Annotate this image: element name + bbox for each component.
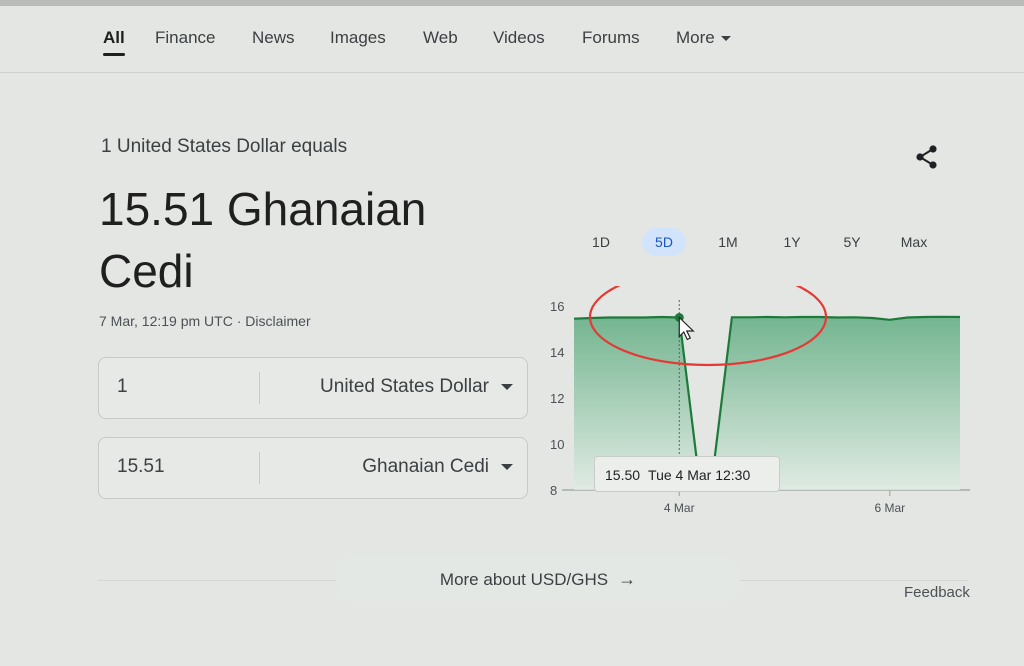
row-divider: [259, 452, 260, 484]
chart-tooltip: 15.50 Tue 4 Mar 12:30: [594, 456, 780, 492]
to-amount-input[interactable]: [117, 456, 247, 478]
to-currency-select[interactable]: Ghanaian Cedi: [362, 456, 513, 478]
search-tabs: All Finance News Images Web Videos Forum…: [0, 20, 1024, 60]
tooltip-label: Tue 4 Mar 12:30: [648, 467, 751, 483]
tab-web[interactable]: Web: [423, 28, 458, 48]
range-tab-1d[interactable]: 1D: [580, 228, 622, 256]
tab-news[interactable]: News: [252, 28, 295, 48]
share-icon[interactable]: [912, 142, 942, 172]
row-divider: [259, 372, 260, 404]
y-tick-label: 14: [550, 345, 564, 360]
chevron-down-icon: [501, 383, 513, 390]
tab-images[interactable]: Images: [330, 28, 386, 48]
y-tick-label: 16: [550, 299, 564, 314]
tab-finance[interactable]: Finance: [155, 28, 215, 48]
to-currency-row: Ghanaian Cedi: [98, 437, 528, 499]
tab-more-label: More: [676, 28, 715, 47]
to-currency-label: Ghanaian Cedi: [362, 456, 489, 477]
y-tick-label: 8: [550, 483, 557, 498]
rate-metadata: 7 Mar, 12:19 pm UTC · Disclaimer: [99, 313, 311, 329]
chevron-down-icon: [720, 36, 731, 42]
y-tick-label: 12: [550, 391, 564, 406]
rate-timestamp: 7 Mar, 12:19 pm UTC: [99, 313, 233, 329]
arrow-right-icon: →: [618, 569, 637, 589]
conversion-result: 15.51 Ghanaian Cedi: [99, 183, 427, 297]
more-about-label: More about USD/GHS: [439, 570, 609, 589]
meta-separator: ·: [236, 313, 242, 329]
window-top-edge: [0, 0, 1024, 6]
x-tick-label: 4 Mar: [664, 501, 695, 515]
from-amount-input[interactable]: [117, 376, 247, 398]
tab-all[interactable]: All: [103, 28, 125, 48]
tab-more[interactable]: More: [676, 28, 731, 48]
from-currency-row: United States Dollar: [98, 357, 528, 419]
y-tick-label: 10: [550, 437, 564, 452]
from-currency-label: United States Dollar: [320, 376, 489, 397]
more-about-link[interactable]: More about USD/GHS →: [336, 556, 740, 602]
chevron-down-icon: [501, 463, 513, 470]
tab-forums[interactable]: Forums: [582, 28, 640, 48]
disclaimer-link[interactable]: Disclaimer: [245, 313, 310, 329]
feedback-link[interactable]: Feedback: [904, 584, 970, 601]
range-tab-1m[interactable]: 1M: [706, 228, 750, 256]
from-currency-select[interactable]: United States Dollar: [320, 376, 513, 398]
tooltip-value: 15.50: [605, 467, 641, 483]
range-tab-5y[interactable]: 5Y: [832, 228, 872, 256]
conversion-equals-text: 1 United States Dollar equals: [101, 136, 348, 157]
tab-videos[interactable]: Videos: [493, 28, 545, 48]
chart-range-tabs: 1D 5D 1M 1Y 5Y Max: [580, 228, 960, 256]
range-tab-5d[interactable]: 5D: [642, 228, 686, 256]
range-tab-1y[interactable]: 1Y: [772, 228, 812, 256]
x-tick-label: 6 Mar: [874, 501, 905, 515]
active-tab-indicator: [103, 53, 125, 56]
range-tab-max[interactable]: Max: [892, 228, 936, 256]
nav-divider: [0, 72, 1024, 73]
